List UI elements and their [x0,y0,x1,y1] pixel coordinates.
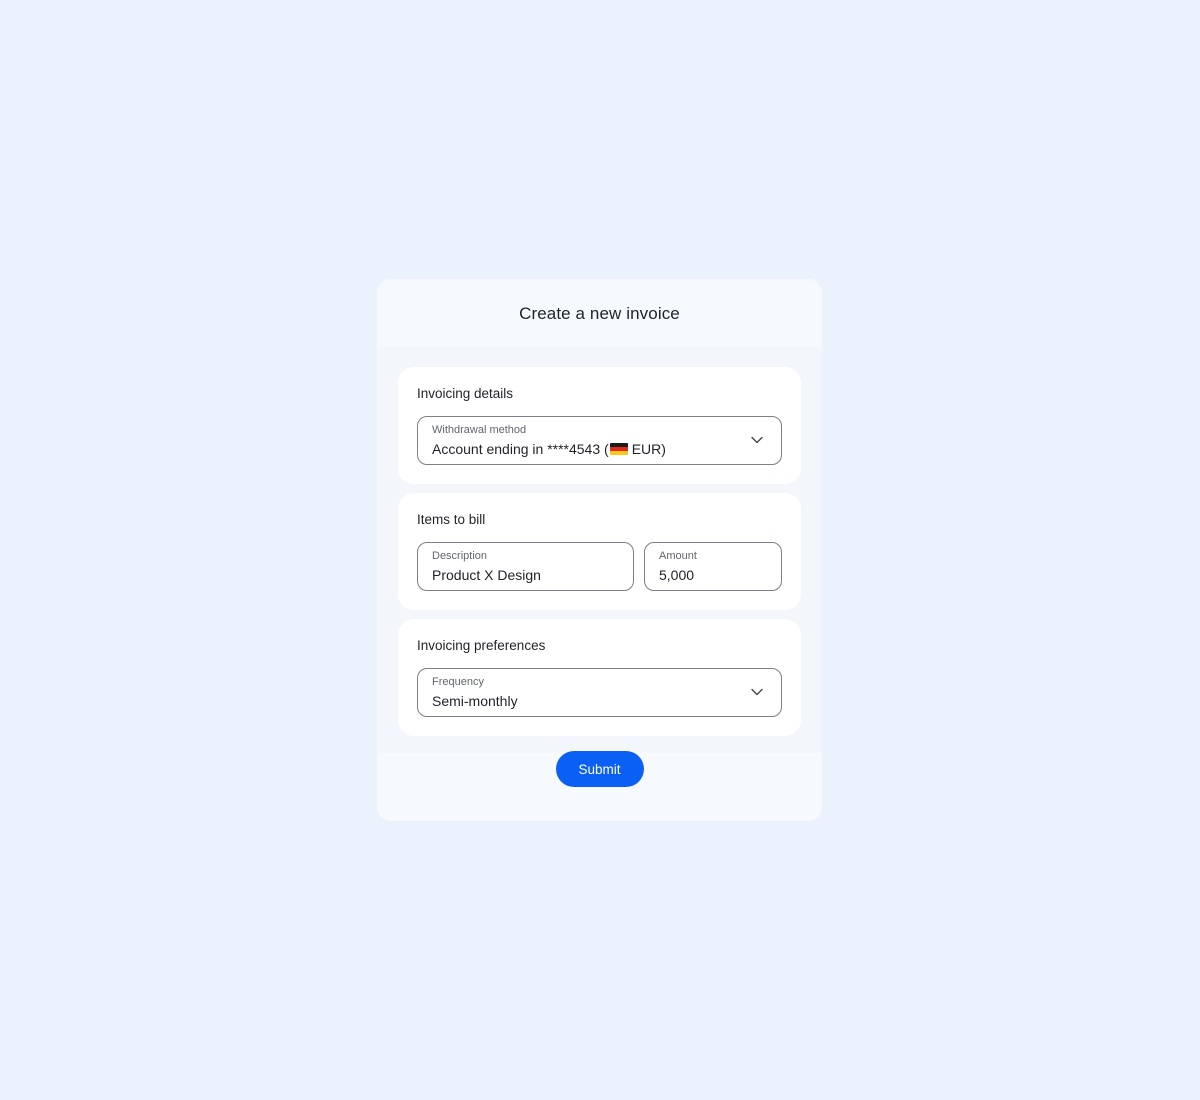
frequency-label: Frequency [432,676,484,688]
items-to-bill-title: Items to bill [417,512,486,527]
germany-flag-icon [609,443,628,455]
items-row: Description Product X Design Amount 5,00… [417,542,782,591]
invoicing-preferences-title: Invoicing preferences [417,638,546,653]
withdrawal-method-label: Withdrawal method [432,424,527,436]
chevron-down-icon [751,436,763,444]
frequency-select[interactable]: Frequency Semi-monthly [417,668,782,717]
withdrawal-method-value-suffix: EUR) [631,441,666,457]
modal-title: Create a new invoice [519,303,680,323]
modal-header: Create a new invoice [377,279,822,347]
submit-button[interactable]: Submit [555,751,644,787]
chevron-down-icon [751,688,763,696]
description-value: Product X Design [432,567,541,583]
amount-field[interactable]: Amount 5,000 [644,542,782,591]
withdrawal-method-select[interactable]: Withdrawal method Account ending in ****… [417,416,782,465]
amount-value: 5,000 [659,567,695,583]
withdrawal-method-value: Account ending in ****4543 ( EUR) [432,440,767,458]
items-to-bill-card: Items to bill Description Product X Desi… [398,493,801,610]
amount-label: Amount [659,550,697,562]
withdrawal-method-value-prefix: Account ending in ****4543 ( [432,441,609,457]
description-label: Description [432,550,488,562]
create-invoice-modal: Create a new invoice Invoicing details W… [377,279,822,821]
invoicing-details-title: Invoicing details [417,386,514,401]
frequency-value: Semi-monthly [432,693,518,709]
invoicing-preferences-card: Invoicing preferences Frequency Semi-mon… [398,619,801,736]
modal-body: Invoicing details Withdrawal method Acco… [377,347,822,736]
description-field[interactable]: Description Product X Design [417,542,634,591]
modal-footer: Submit [377,751,822,821]
invoicing-details-card: Invoicing details Withdrawal method Acco… [398,367,801,484]
